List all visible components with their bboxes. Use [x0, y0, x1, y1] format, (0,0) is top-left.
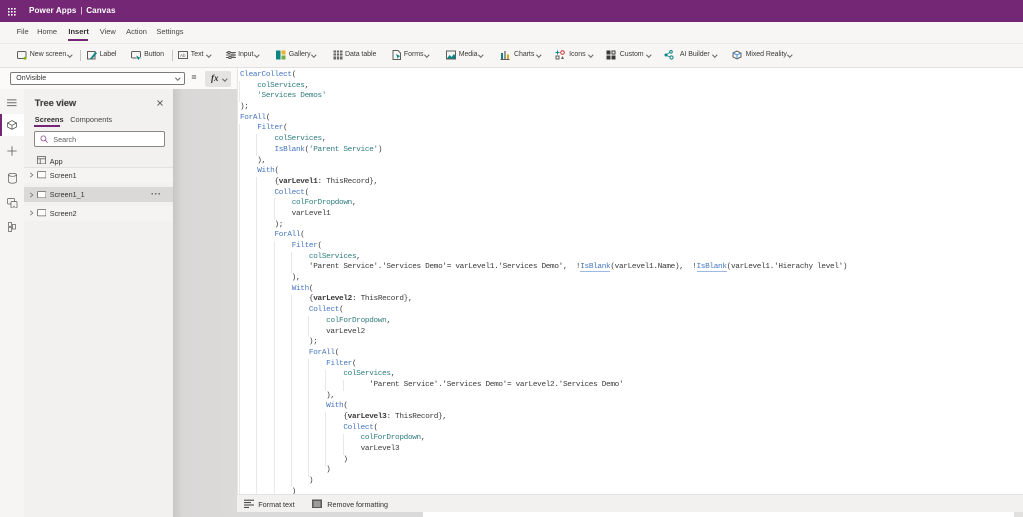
svg-text:Ab: Ab — [180, 53, 186, 58]
